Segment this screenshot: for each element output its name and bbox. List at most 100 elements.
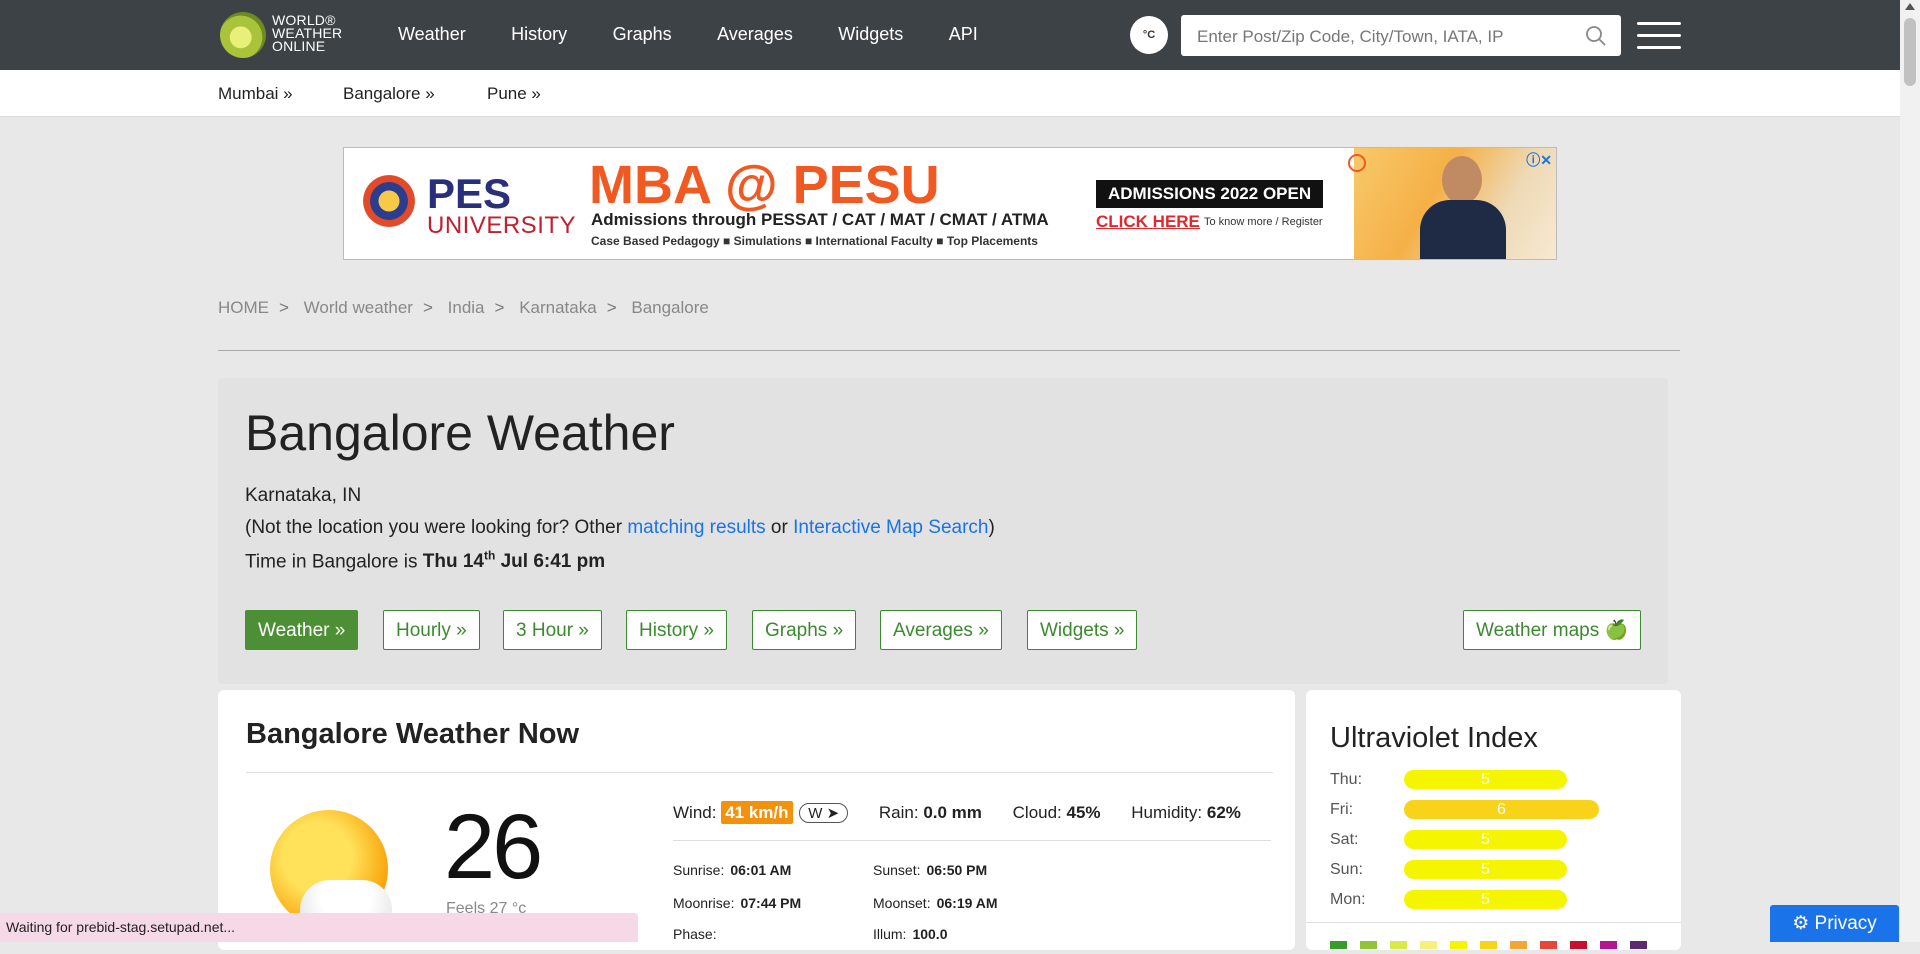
rain-label: Rain: — [878, 803, 919, 822]
breadcrumb-karnataka[interactable]: Karnataka — [519, 298, 597, 317]
tab-widgets[interactable]: Widgets » — [1027, 610, 1138, 650]
pes-logo-icon — [356, 168, 422, 234]
breadcrumb-home[interactable]: HOME — [218, 298, 269, 317]
breadcrumb-world-weather[interactable]: World weather — [304, 298, 413, 317]
time-value: Thu 14th Jul 6:41 pm — [422, 549, 605, 573]
privacy-button[interactable]: ⚙ Privacy — [1770, 905, 1899, 942]
globe-logo-icon — [220, 12, 266, 58]
chevron-right-icon: > — [494, 298, 505, 317]
tab-3-hour[interactable]: 3 Hour » — [503, 610, 602, 650]
uv-day: Thu: — [1330, 771, 1363, 788]
subnav-bangalore[interactable]: Bangalore » — [343, 84, 435, 104]
chevron-right-icon: > — [422, 298, 433, 317]
uv-scale-swatch — [1420, 941, 1437, 949]
uv-scale-swatch — [1630, 941, 1647, 949]
divider — [218, 350, 1680, 351]
uv-row: Mon: 5 — [1330, 890, 1567, 909]
ad-brand-sub: UNIVERSITY — [427, 212, 577, 239]
sunrise-value: 06:01 AM — [730, 862, 792, 878]
interactive-map-link[interactable]: Interactive Map Search — [793, 517, 988, 538]
wind-speed: 41 km/h — [721, 801, 793, 824]
gear-icon: ⚙ — [1792, 913, 1810, 934]
logo-text: WORLD® WEATHER ONLINE — [272, 13, 342, 54]
ad-features: Case Based Pedagogy ■ Simulations ■ Inte… — [591, 234, 1038, 248]
divider — [673, 840, 1271, 841]
nav-api[interactable]: API — [949, 24, 978, 44]
uv-bar: 6 — [1404, 800, 1599, 819]
tab-hourly[interactable]: Hourly » — [383, 610, 480, 650]
moon-illumination: Illum: 100.0 — [873, 926, 948, 942]
uv-row: Sat: 5 — [1330, 830, 1567, 849]
uv-day: Sat: — [1330, 831, 1359, 848]
divider — [1306, 922, 1681, 923]
moon-phase: Phase: — [673, 926, 717, 942]
uv-scale-swatch — [1600, 941, 1617, 949]
nav-graphs[interactable]: Graphs — [613, 24, 672, 44]
breadcrumb-india[interactable]: India — [448, 298, 485, 317]
uv-scale-swatch — [1390, 941, 1407, 949]
hamburger-menu-icon[interactable] — [1637, 22, 1681, 50]
nav-widgets[interactable]: Widgets — [838, 24, 903, 44]
moonrise-label: Moonrise: — [673, 895, 735, 911]
uv-row: Thu: 5 — [1330, 770, 1567, 789]
location-search-input[interactable] — [1195, 15, 1569, 58]
weather-maps-button[interactable]: Weather maps 🍏 — [1463, 610, 1642, 650]
hint-close: ) — [988, 517, 995, 538]
breadcrumb: HOME > World weather > India > Karnataka > B… — [218, 298, 709, 318]
uv-day: Mon: — [1330, 891, 1366, 908]
hint-or: or — [765, 517, 794, 538]
moonset: Moonset: 06:19 AM — [873, 895, 998, 911]
weather-now-title: Bangalore Weather Now — [246, 718, 580, 750]
ad-click-here[interactable]: CLICK HERE — [1096, 212, 1200, 232]
nav-weather[interactable]: Weather — [398, 24, 466, 44]
search-box — [1181, 15, 1621, 58]
tab-graphs[interactable]: Graphs » — [752, 610, 857, 650]
uv-scale-swatch — [1450, 941, 1467, 949]
hint-text: (Not the location you were looking for? … — [245, 517, 628, 538]
uv-scale-swatch — [1570, 941, 1587, 949]
divider — [246, 772, 1273, 773]
time-prefix: Time in Bangalore is — [245, 551, 423, 573]
nav-history[interactable]: History — [511, 24, 567, 44]
sunrise: Sunrise: 06:01 AM — [673, 862, 791, 878]
ad-open-badge: ADMISSIONS 2022 OPEN — [1096, 180, 1324, 208]
ad-ring-icon — [1348, 154, 1366, 172]
browser-status-bar: Waiting for prebid-stag.setupad.net... — [0, 913, 638, 942]
current-stats: Wind: 41 km/h W ➤ Rain: 0.0 mm Cloud: 45… — [673, 801, 1241, 824]
moonset-label: Moonset: — [873, 895, 931, 911]
subnav-pune[interactable]: Pune » — [487, 84, 541, 104]
cloud-value: 45% — [1066, 803, 1101, 822]
temperature-unit-toggle[interactable]: °C — [1130, 16, 1168, 54]
tab-weather[interactable]: Weather » — [245, 610, 359, 650]
time-sup: th — [484, 549, 496, 563]
phase-label: Phase: — [673, 926, 717, 942]
search-icon[interactable] — [1585, 25, 1607, 47]
nav-averages[interactable]: Averages — [717, 24, 793, 44]
advertisement-banner[interactable]: PES UNIVERSITY MBA @ PESU Admissions thr… — [343, 147, 1557, 260]
wind-direction: W ➤ — [799, 803, 849, 823]
tab-averages[interactable]: Averages » — [880, 610, 1002, 650]
vertical-scrollbar[interactable] — [1900, 0, 1920, 942]
subnav-mumbai[interactable]: Mumbai » — [218, 84, 293, 104]
moonset-value: 06:19 AM — [936, 895, 998, 911]
site-logo[interactable]: WORLD® WEATHER ONLINE — [218, 6, 350, 62]
logo-line-3: ONLINE — [272, 38, 326, 54]
current-temperature: 26 — [444, 796, 543, 898]
moonrise: Moonrise: 07:44 PM — [673, 895, 801, 911]
time-day: Thu 14 — [422, 551, 484, 573]
uv-scale-swatch — [1360, 941, 1377, 949]
uv-scale-swatch — [1510, 941, 1527, 949]
breadcrumb-bangalore: Bangalore — [631, 298, 709, 317]
top-navigation-bar: WORLD® WEATHER ONLINE Weather History Gr… — [0, 0, 1900, 70]
chevron-right-icon: > — [606, 298, 617, 317]
page-title: Bangalore Weather — [245, 405, 675, 461]
uv-bar: 5 — [1404, 860, 1567, 879]
ad-brand: PES — [427, 170, 512, 217]
matching-results-link[interactable]: matching results — [627, 517, 765, 538]
tab-history[interactable]: History » — [626, 610, 727, 650]
scrollbar-thumb[interactable] — [1904, 18, 1916, 86]
sunrise-label: Sunrise: — [673, 862, 725, 878]
ad-cta-sub: To know more / Register — [1204, 216, 1323, 228]
scroll-up-arrow-icon[interactable] — [1905, 3, 1915, 10]
ad-close-icon[interactable]: ⓘ✕ — [1526, 150, 1552, 170]
